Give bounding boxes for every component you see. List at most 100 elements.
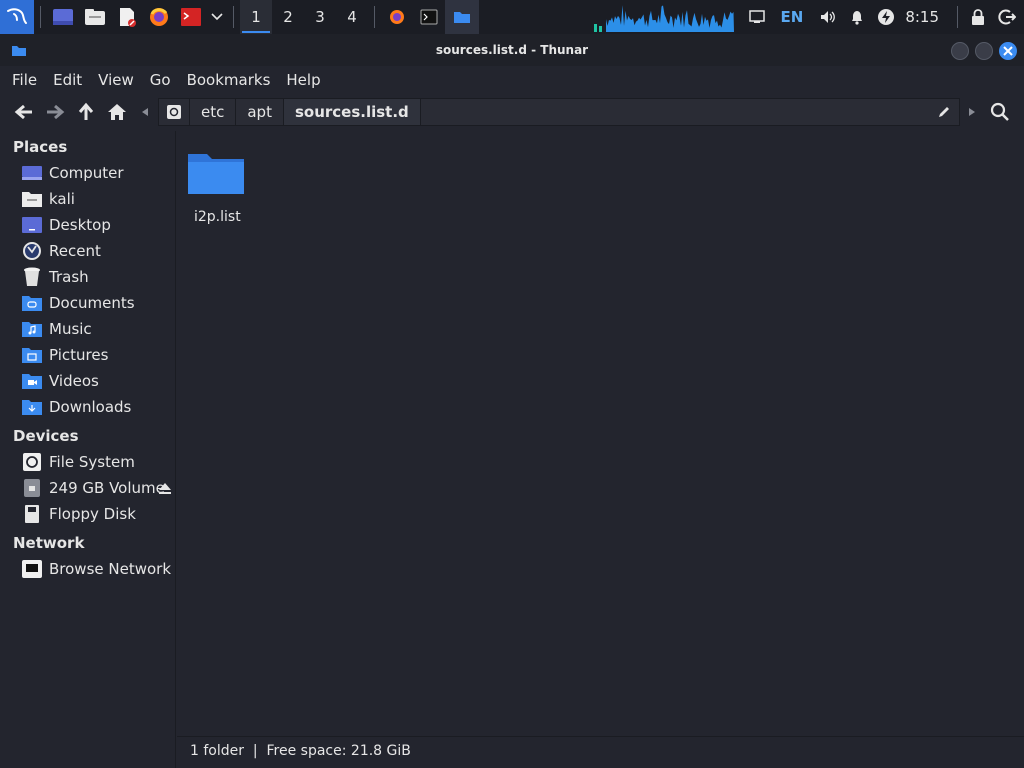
- lock-screen-button[interactable]: [964, 0, 992, 34]
- eject-icon[interactable]: [158, 481, 172, 495]
- home-button[interactable]: [104, 100, 130, 124]
- sidebar-item-label: Computer: [49, 164, 124, 182]
- file-manager-launcher[interactable]: [79, 0, 111, 34]
- folder-icon: [454, 12, 470, 23]
- keyboard-layout-indicator[interactable]: EN: [771, 0, 814, 34]
- search-button[interactable]: [987, 100, 1013, 124]
- sidebar-section-places: Places: [13, 138, 68, 156]
- display-tray-button[interactable]: [743, 0, 771, 34]
- status-text: 1 folder | Free space: 21.8 GiB: [190, 743, 411, 759]
- file-item-label: i2p.list: [194, 209, 241, 225]
- sidebar-section-devices: Devices: [13, 427, 79, 445]
- task-firefox[interactable]: [381, 0, 413, 34]
- taskbar-separator: [957, 6, 958, 28]
- trash-icon: [21, 267, 43, 287]
- folder-icon: [188, 154, 244, 194]
- workspace-2[interactable]: 2: [272, 0, 304, 34]
- network-icon: [21, 559, 43, 579]
- sidebar-item-label: Pictures: [49, 346, 109, 364]
- notifications-tray-button[interactable]: [843, 0, 871, 34]
- task-terminal[interactable]: [413, 0, 445, 34]
- path-scroll-left-button[interactable]: [136, 100, 154, 124]
- menu-file[interactable]: File: [4, 71, 45, 89]
- sidebar-item-pictures[interactable]: Pictures: [21, 343, 173, 367]
- path-scroll-right-button[interactable]: [963, 100, 981, 124]
- root-terminal-icon: [181, 8, 201, 26]
- file-item-i2p-list[interactable]: i2p.list: [185, 146, 247, 236]
- workspace-1[interactable]: 1: [240, 0, 272, 34]
- volume-icon: [21, 478, 43, 498]
- workspace-3[interactable]: 3: [304, 0, 336, 34]
- system-tray: EN 8:15: [743, 0, 1024, 34]
- sidebar-item-kali[interactable]: kali: [21, 187, 173, 211]
- taskbar-separator: [40, 6, 41, 28]
- workspace-label: 2: [283, 8, 293, 26]
- sidebar-item-downloads[interactable]: Downloads: [21, 395, 173, 419]
- sidebar-item-file-system[interactable]: File System: [21, 450, 173, 474]
- network-monitor-graph: [594, 5, 734, 32]
- kali-menu-button[interactable]: [0, 0, 34, 34]
- text-editor-launcher[interactable]: [111, 0, 143, 34]
- workspace-4[interactable]: 4: [336, 0, 368, 34]
- computer-icon: [21, 163, 43, 183]
- forward-button[interactable]: [42, 100, 68, 124]
- sidebar-item-computer[interactable]: Computer: [21, 161, 173, 185]
- minimize-button[interactable]: [951, 42, 969, 60]
- desktop-icon: [21, 215, 43, 235]
- terminal-launcher[interactable]: [175, 0, 207, 34]
- sidebar-item-label: Documents: [49, 294, 135, 312]
- menu-help[interactable]: Help: [278, 71, 328, 89]
- file-view[interactable]: i2p.list: [177, 131, 1024, 736]
- sidebar-item-videos[interactable]: Videos: [21, 369, 173, 393]
- power-manager-tray-button[interactable]: [871, 0, 901, 34]
- chevron-down-icon: [211, 13, 223, 21]
- edit-location-button[interactable]: [929, 99, 959, 125]
- drive-icon: [21, 452, 43, 472]
- sidebar-item-browse-network[interactable]: Browse Network: [21, 557, 173, 581]
- sidebar-item-floppy-disk[interactable]: Floppy Disk: [21, 502, 173, 526]
- path-bar: etc apt sources.list.d: [158, 98, 960, 126]
- firefox-launcher[interactable]: [143, 0, 175, 34]
- menu-edit[interactable]: Edit: [45, 71, 90, 89]
- show-desktop-button[interactable]: [47, 0, 79, 34]
- crumb-etc[interactable]: etc: [190, 99, 237, 125]
- close-button[interactable]: [999, 42, 1017, 60]
- volume-tray-button[interactable]: [813, 0, 843, 34]
- desktop-icon: [53, 9, 73, 25]
- task-thunar[interactable]: [445, 0, 479, 34]
- sidebar-item-label: Browse Network: [49, 560, 172, 578]
- keyboard-layout-label: EN: [780, 8, 804, 26]
- arrow-left-icon: [14, 104, 32, 120]
- sidebar-item-music[interactable]: Music: [21, 317, 173, 341]
- back-button[interactable]: [11, 100, 37, 124]
- crumb-sources-list-d[interactable]: sources.list.d: [283, 99, 421, 125]
- workspace-label: 1: [251, 8, 261, 26]
- taskbar-separator: [233, 6, 234, 28]
- sidebar-item-trash[interactable]: Trash: [21, 265, 173, 289]
- sidebar-item-249gb-volume[interactable]: 249 GB Volume: [21, 476, 173, 500]
- menu-go[interactable]: Go: [142, 71, 179, 89]
- crumb-filesystem-root[interactable]: [159, 99, 190, 125]
- sidebar-section-network: Network: [13, 534, 85, 552]
- menu-view[interactable]: View: [90, 71, 142, 89]
- terminal-icon: [420, 9, 438, 25]
- kali-logo-icon: [7, 8, 27, 24]
- launcher-dropdown-button[interactable]: [207, 0, 227, 34]
- documents-folder-icon: [21, 293, 43, 313]
- clock[interactable]: 8:15: [901, 0, 951, 34]
- sidebar-item-desktop[interactable]: Desktop: [21, 213, 173, 237]
- sidebar-item-documents[interactable]: Documents: [21, 291, 173, 315]
- taskbar: 1 2 3 4 EN 8:15: [0, 0, 1024, 34]
- logout-button[interactable]: [992, 0, 1024, 34]
- crumb-apt[interactable]: apt: [236, 99, 284, 125]
- sidebar-item-label: Videos: [49, 372, 99, 390]
- triangle-right-icon: [969, 108, 975, 116]
- arrow-up-icon: [78, 102, 94, 120]
- maximize-button[interactable]: [975, 42, 993, 60]
- home-folder-icon: [21, 189, 43, 209]
- menu-bookmarks[interactable]: Bookmarks: [179, 71, 279, 89]
- parent-folder-button[interactable]: [73, 100, 99, 124]
- lock-icon: [972, 9, 984, 25]
- window-titlebar[interactable]: sources.list.d - Thunar: [0, 34, 1024, 66]
- sidebar-item-recent[interactable]: Recent: [21, 239, 173, 263]
